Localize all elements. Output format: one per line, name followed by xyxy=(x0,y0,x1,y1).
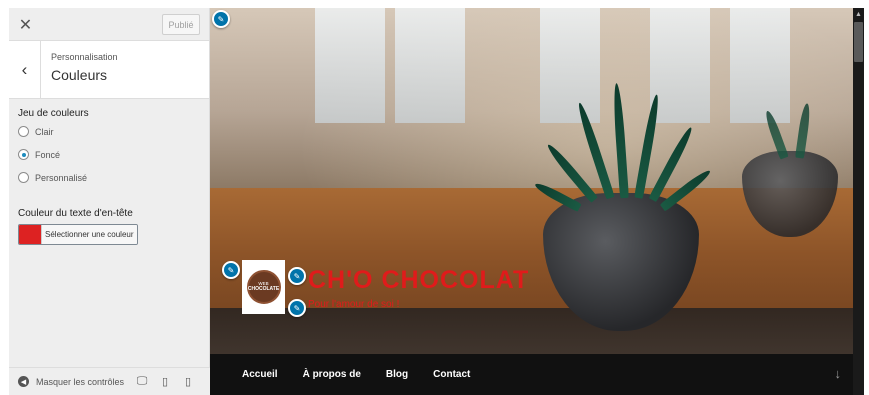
breadcrumb: Personnalisation xyxy=(51,52,118,62)
radio-option-fonce[interactable]: Foncé xyxy=(18,149,60,160)
chevron-left-icon[interactable]: ‹ xyxy=(9,41,41,99)
scrollbar-thumb[interactable] xyxy=(854,22,863,62)
logo-text-line2: CHOCOLATE xyxy=(247,285,280,292)
site-preview: ✎ ✎ ✎ ✎ ✎ WEB CHOCOLATE CH'O CHOCOLAT Po… xyxy=(210,8,853,395)
background-table-edge xyxy=(210,308,853,354)
site-logo[interactable]: WEB CHOCOLATE xyxy=(242,260,285,314)
mobile-icon[interactable]: ▯ xyxy=(182,375,194,388)
logo-badge: WEB CHOCOLATE xyxy=(246,270,281,304)
collapse-icon: ◀ xyxy=(18,376,29,387)
nav-item-accueil[interactable]: Accueil xyxy=(242,369,278,380)
header-text-color-label: Couleur du texte d'en-tête xyxy=(18,208,133,219)
customizer-header: ✕ Publié xyxy=(9,8,209,41)
nav-item-blog[interactable]: Blog xyxy=(386,369,408,380)
background-window xyxy=(540,8,600,123)
desktop-icon[interactable]: 🖵 xyxy=(136,375,148,388)
select-color-button[interactable]: Sélectionner une couleur xyxy=(41,225,137,244)
background-window xyxy=(730,8,790,123)
edit-pencil-icon[interactable]: ✎ xyxy=(222,261,240,279)
plant-leaf xyxy=(795,102,812,159)
hide-controls-label: Masquer les contrôles xyxy=(36,376,125,387)
radio-label: Foncé xyxy=(35,149,61,160)
edit-pencil-icon[interactable]: ✎ xyxy=(288,299,306,317)
radio-label: Personnalisé xyxy=(35,172,88,183)
background-window xyxy=(315,8,385,123)
background-window xyxy=(650,8,710,123)
section-header: ‹ Personnalisation Couleurs xyxy=(9,41,209,99)
section-title: Couleurs xyxy=(51,67,108,83)
background-window xyxy=(395,8,465,123)
plant-leaf xyxy=(611,82,629,199)
scroll-up-icon[interactable]: ▲ xyxy=(854,10,863,19)
site-tagline[interactable]: Pour l'amour de soi ! xyxy=(308,299,399,310)
primary-navigation: Accueil À propos de Blog Contact ↓ xyxy=(210,354,853,395)
edit-pencil-icon[interactable]: ✎ xyxy=(212,10,230,28)
site-title[interactable]: CH'O CHOCOLAT xyxy=(308,266,529,295)
customizer-panel: ✕ Publié ‹ Personnalisation Couleurs Jeu… xyxy=(9,8,210,395)
tablet-icon[interactable]: ▯ xyxy=(159,375,171,388)
hide-controls-button[interactable]: ◀ Masquer les contrôles xyxy=(18,376,124,387)
radio-button[interactable] xyxy=(18,172,29,183)
radio-option-clair[interactable]: Clair xyxy=(18,126,54,137)
preview-scrollbar[interactable]: ▲ xyxy=(853,8,864,395)
publish-button[interactable]: Publié xyxy=(162,14,200,35)
color-swatch[interactable] xyxy=(19,225,41,244)
color-scheme-label: Jeu de couleurs xyxy=(18,108,89,119)
customizer-footer: ◀ Masquer les contrôles 🖵 ▯ ▯ xyxy=(9,367,210,395)
radio-button[interactable] xyxy=(18,126,29,137)
nav-item-contact[interactable]: Contact xyxy=(433,369,470,380)
header-image xyxy=(210,8,853,354)
edit-pencil-icon[interactable]: ✎ xyxy=(288,267,306,285)
radio-label: Clair xyxy=(35,126,54,137)
close-icon[interactable]: ✕ xyxy=(9,8,42,41)
radio-button-checked[interactable] xyxy=(18,149,29,160)
arrow-down-icon[interactable]: ↓ xyxy=(835,366,842,381)
nav-item-a-propos[interactable]: À propos de xyxy=(303,369,361,380)
header-text-color-picker[interactable]: Sélectionner une couleur xyxy=(18,224,138,245)
radio-option-personnalise[interactable]: Personnalisé xyxy=(18,172,87,183)
